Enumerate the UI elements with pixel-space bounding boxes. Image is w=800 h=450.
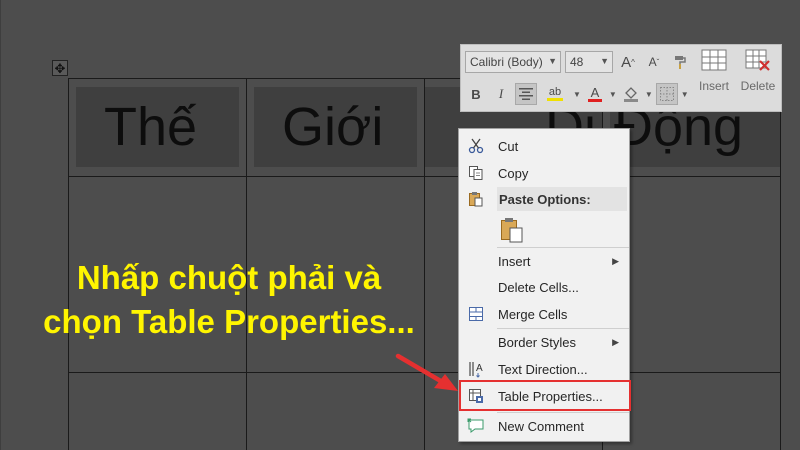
- caption-line: chọn Table Properties...: [43, 303, 415, 340]
- insert-button[interactable]: Insert: [693, 49, 735, 109]
- comment-icon: [459, 413, 493, 439]
- bold-button[interactable]: B: [465, 83, 487, 105]
- menu-item-text-direction[interactable]: A Text Direction...: [459, 356, 629, 382]
- highlight-button[interactable]: ab: [540, 83, 570, 105]
- menu-item-merge-cells[interactable]: Merge Cells: [459, 301, 629, 327]
- blank-icon: [459, 248, 493, 274]
- chevron-down-icon[interactable]: ▼: [681, 90, 689, 99]
- shrink-font-icon: A: [648, 55, 657, 69]
- page-edge: [0, 0, 1, 450]
- menu-item-delete-cells[interactable]: Delete Cells...: [459, 274, 629, 300]
- merge-cells-icon: [459, 301, 493, 327]
- shading-button[interactable]: [620, 83, 642, 105]
- borders-icon: [659, 87, 674, 101]
- format-painter-button[interactable]: [669, 51, 691, 73]
- borders-button[interactable]: [655, 83, 678, 105]
- insert-table-icon: [701, 49, 727, 71]
- menu-item-label: Merge Cells: [498, 306, 568, 322]
- paste-keep-formatting-button[interactable]: [497, 215, 527, 245]
- menu-item-border-styles[interactable]: Border Styles ▶: [459, 329, 629, 355]
- menu-item-label: Delete Cells...: [498, 279, 579, 295]
- mini-toolbar: Calibri (Body) ▼ 48 ▼ A ^ Aˇ B I ab ▼ A ▼: [460, 44, 782, 112]
- menu-item-copy[interactable]: Copy: [459, 160, 629, 186]
- blank-icon: [459, 329, 493, 355]
- instruction-caption: Nhấp chuột phải và chọn Table Properties…: [4, 256, 454, 344]
- font-color-icon: A: [590, 85, 600, 100]
- chevron-down-icon[interactable]: ▼: [573, 90, 581, 99]
- menu-item-label: New Comment: [498, 418, 584, 434]
- grow-font-icon: A: [621, 53, 632, 71]
- insert-label: Insert: [698, 79, 729, 93]
- copy-icon: [459, 160, 493, 186]
- table-cell[interactable]: Giới: [246, 78, 425, 177]
- delete-button[interactable]: Delete: [737, 49, 779, 109]
- chevron-down-icon: ▼: [548, 56, 557, 66]
- font-size-value: 48: [570, 55, 584, 69]
- format-painter-icon: [675, 56, 686, 69]
- font-name-combo[interactable]: Calibri (Body) ▼: [465, 51, 561, 73]
- highlight-icon: ab: [548, 86, 562, 98]
- menu-item-label: Copy: [498, 165, 529, 181]
- chevron-down-icon[interactable]: ▼: [645, 90, 653, 99]
- font-size-combo[interactable]: 48 ▼: [565, 51, 613, 73]
- menu-item-new-comment[interactable]: New Comment: [459, 413, 629, 439]
- grow-font-button[interactable]: A ^: [617, 51, 639, 73]
- chevron-down-icon: ▼: [600, 56, 609, 66]
- shrink-font-button[interactable]: Aˇ: [643, 51, 665, 73]
- paint-bucket-icon: [623, 87, 638, 102]
- menu-item-label: Border Styles: [498, 334, 577, 350]
- text-direction-icon: A: [459, 356, 493, 382]
- table-properties-highlight: [459, 380, 631, 411]
- font-color-button[interactable]: A: [584, 83, 606, 105]
- submenu-arrow-icon: ▶: [612, 336, 619, 347]
- italic-button[interactable]: I: [490, 83, 512, 105]
- menu-item-label: Cut: [498, 138, 519, 154]
- delete-label: Delete: [740, 79, 776, 93]
- caption-line: Nhấp chuột phải và: [76, 259, 382, 296]
- paste-icon: [459, 186, 493, 212]
- table-cell[interactable]: Thế: [68, 78, 247, 177]
- table-move-handle-icon[interactable]: ✥: [52, 60, 68, 76]
- align-center-icon: [519, 88, 533, 100]
- pointer-arrow-icon: [395, 353, 458, 391]
- submenu-arrow-icon: ▶: [612, 255, 619, 266]
- scissors-icon: [459, 133, 493, 159]
- align-center-button[interactable]: [515, 83, 537, 105]
- menu-item-insert[interactable]: Insert ▶: [459, 248, 629, 274]
- blank-icon: [459, 274, 493, 300]
- menu-item-cut[interactable]: Cut: [459, 133, 629, 159]
- menu-item-label: Text Direction...: [498, 361, 588, 377]
- delete-table-icon: [745, 49, 770, 71]
- table-header-cell[interactable]: Thế: [76, 87, 239, 167]
- clipboard-icon: [501, 218, 523, 243]
- paste-options-heading: Paste Options:: [497, 187, 627, 211]
- menu-item-label: Insert: [498, 253, 531, 269]
- svg-text:A: A: [476, 363, 483, 374]
- table-cell[interactable]: [68, 372, 247, 450]
- chevron-down-icon[interactable]: ▼: [609, 90, 617, 99]
- table-header-cell[interactable]: Giới: [254, 87, 417, 167]
- font-name-value: Calibri (Body): [470, 55, 543, 69]
